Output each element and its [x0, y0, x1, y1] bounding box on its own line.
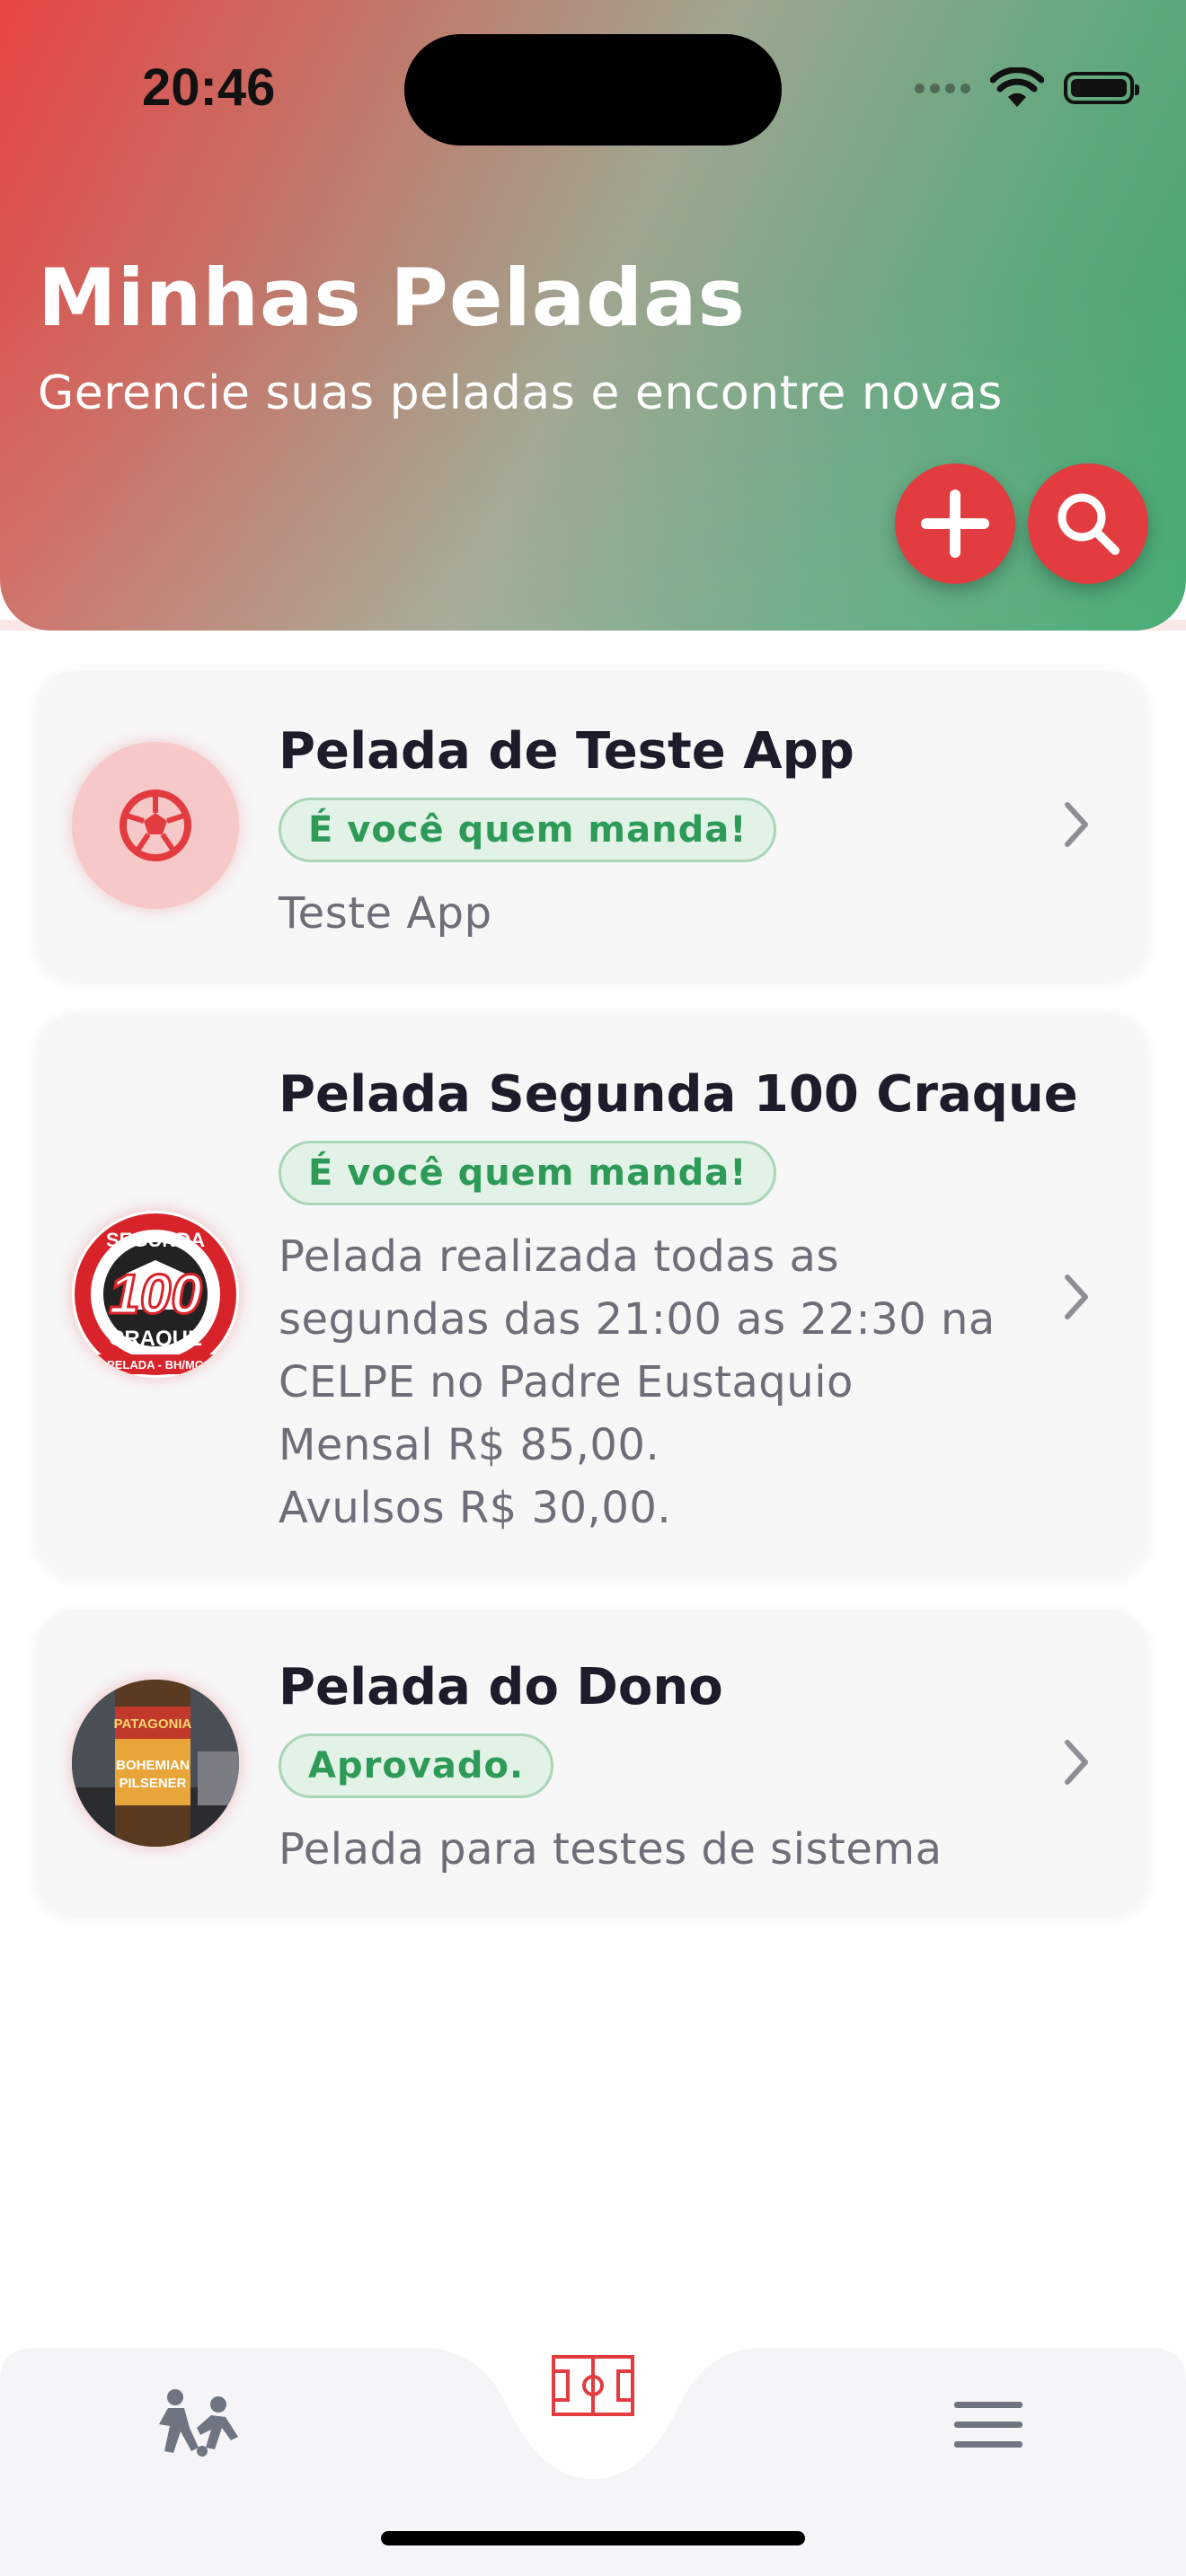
dynamic-island [404, 34, 782, 146]
pelada-description: Teste App [279, 888, 492, 939]
search-icon [1058, 493, 1120, 555]
pelada-card[interactable]: SEGUNDA 100 CRAQUE PELADA - BH/MG Pelada… [36, 1013, 1148, 1575]
pelada-card[interactable]: Pelada de Teste App É você quem manda! T… [36, 670, 1148, 979]
pelada-card[interactable]: PATAGONIA BOHEMIAN PILSENER Pelada do Do… [36, 1610, 1148, 1915]
status-time: 20:46 [142, 58, 276, 117]
signal-icon [915, 83, 970, 93]
status-badge: Aprovado. [279, 1734, 554, 1798]
status-badge: É você quem manda! [279, 1141, 777, 1205]
pelada-avatar: SEGUNDA 100 CRAQUE PELADA - BH/MG [72, 1211, 239, 1378]
players-icon [159, 2389, 238, 2457]
nav-field[interactable] [539, 2341, 647, 2430]
soccer-field-icon [552, 2355, 634, 2416]
pelada-title: Pelada do Dono [279, 1658, 723, 1716]
pelada-title: Pelada de Teste App [279, 722, 854, 781]
nav-players[interactable] [135, 2371, 261, 2470]
pelada-description: Pelada realizada todas as segundas das 2… [279, 1231, 996, 1533]
svg-text:100: 100 [109, 1264, 201, 1326]
hamburger-menu-icon [954, 2402, 1022, 2448]
chevron-right-icon [1065, 1275, 1088, 1319]
nav-menu[interactable] [934, 2380, 1042, 2470]
segunda-100-craque-logo: SEGUNDA 100 CRAQUE PELADA - BH/MG [75, 1213, 236, 1375]
pelada-avatar: PATAGONIA BOHEMIAN PILSENER [72, 1680, 239, 1847]
page-title: Minhas Peladas [38, 251, 746, 344]
page-subtitle: Gerencie suas peladas e encontre novas [38, 366, 1003, 420]
wifi-icon [990, 67, 1044, 107]
svg-text:CRAQUE: CRAQUE [109, 1327, 202, 1351]
svg-text:PATAGONIA: PATAGONIA [114, 1716, 192, 1732]
pelada-description: Pelada para testes de sistema [279, 1824, 943, 1875]
svg-text:BOHEMIAN: BOHEMIAN [116, 1758, 190, 1773]
status-badge: É você quem manda! [279, 798, 777, 862]
header: 20:46 Minhas Peladas Gerencie suas pelad… [0, 0, 1186, 631]
svg-text:PELADA - BH/MG: PELADA - BH/MG [107, 1358, 204, 1372]
soccer-ball-icon [119, 790, 191, 861]
battery-icon [1064, 72, 1139, 104]
svg-text:PILSENER: PILSENER [119, 1776, 186, 1791]
chevron-right-icon [1065, 1740, 1088, 1785]
chevron-right-icon [1065, 802, 1088, 847]
status-icons [915, 65, 1139, 111]
home-indicator [381, 2531, 805, 2545]
svg-text:SEGUNDA: SEGUNDA [106, 1229, 205, 1251]
pelada-title: Pelada Segunda 100 Craque [279, 1065, 1078, 1124]
beer-bottle-photo: PATAGONIA BOHEMIAN PILSENER [72, 1680, 239, 1847]
search-button[interactable] [1028, 463, 1148, 584]
add-pelada-button[interactable] [895, 463, 1015, 584]
pelada-avatar [72, 742, 239, 909]
plus-icon [921, 490, 989, 558]
